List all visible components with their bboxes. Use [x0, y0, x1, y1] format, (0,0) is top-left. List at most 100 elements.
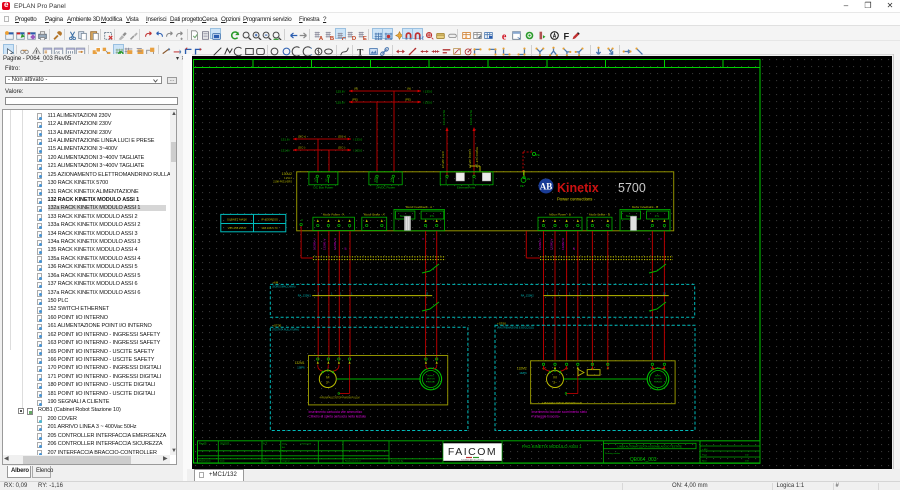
svg-text:2TL-ETH CABLE: 2TL-ETH CABLE — [475, 147, 479, 168]
svg-text:IP ADDRESS: IP ADDRESS — [261, 218, 278, 222]
svg-text:131.8 / ETH: 131.8 / ETH — [442, 110, 446, 125]
svg-text:PE: PE — [536, 153, 540, 157]
svg-text:132P6: 132P6 — [297, 367, 305, 370]
svg-text:(TESTATA RULLATURA): (TESTATA RULLATURA) — [272, 329, 299, 332]
svg-text:FEEDBK: FEEDBK — [427, 382, 436, 384]
svg-text:HIPFC: HIPFC — [428, 376, 435, 378]
svg-text:Replaced by: Replaced by — [391, 461, 404, 463]
svg-text:132M1-U: 132M1-U — [313, 238, 317, 250]
svg-text:2TL: 2TL — [655, 214, 660, 218]
svg-text:132M1-W: 132M1-W — [333, 238, 337, 250]
svg-text:A.T.: A.T. — [263, 442, 268, 446]
svg-text:4-RUN/FAULT/STOP-FW/SW PULLM: 4-RUN/FAULT/STOP-FW/SW PULLM — [542, 402, 582, 405]
svg-text:Puntaggio boccola: Puntaggio boccola — [532, 415, 559, 419]
svg-text:132M2-V: 132M2-V — [550, 239, 554, 250]
svg-text:W: W — [572, 247, 576, 250]
svg-text:(PE): (PE) — [352, 98, 358, 102]
svg-text:(DC+): (DC+) — [298, 135, 306, 139]
svg-text:SUBNET MASK: SUBNET MASK — [227, 218, 247, 222]
svg-text:Kinetix: Kinetix — [557, 181, 599, 195]
svg-text:(BORDOMACCHINA): (BORDOMACCHINA) — [272, 286, 295, 289]
svg-text:RA_132M1: RA_132M1 — [298, 294, 312, 298]
svg-text:1 PH 2: 1 PH 2 — [284, 176, 292, 180]
svg-text:Motor Feedback - A: Motor Feedback - A — [406, 205, 432, 209]
svg-text:PE: PE — [527, 178, 531, 181]
svg-text:4-RUN/FAULT/STOP-FW/SW PULLM: 4-RUN/FAULT/STOP-FW/SW PULLM — [320, 397, 360, 400]
svg-text:FAICOM: FAICOM — [448, 446, 497, 458]
svg-text:(DC+): (DC+) — [338, 135, 346, 139]
svg-text:PAG.KINETIX MODULO ASSI 1: PAG.KINETIX MODULO ASSI 1 — [522, 444, 582, 449]
svg-text:FLEXIBLE AIR SOLUTIONS: FLEXIBLE AIR SOLUTIONS — [461, 458, 484, 461]
svg-text:PE: PE — [520, 184, 524, 188]
svg-text:24V-: 24V- — [390, 177, 393, 182]
svg-text:HIPFC: HIPFC — [655, 376, 662, 378]
svg-text:/ 133.0: / 133.0 — [353, 149, 363, 153]
svg-text:Drawing number: Drawing number — [605, 452, 621, 455]
svg-text:(DC-): (DC-) — [298, 146, 305, 150]
svg-text:Inserimento boccole scorriment: Inserimento boccole scorrimento stelo — [532, 410, 588, 414]
svg-text:132M2-U: 132M2-U — [538, 238, 542, 250]
svg-text:Date: Date — [220, 460, 225, 463]
svg-text:DC-: DC- — [325, 178, 328, 182]
svg-text:131.8 /: 131.8 / — [281, 149, 290, 153]
svg-text:(PE): (PE) — [405, 98, 411, 102]
svg-text:5700: 5700 — [618, 181, 646, 195]
svg-text:+ST60: +ST60 — [497, 321, 506, 325]
svg-text:Inserimento cartuccia vite amm: Inserimento cartuccia vite ammortizo — [309, 410, 363, 414]
svg-text:3~: 3~ — [326, 381, 330, 385]
svg-text:125.8 /: 125.8 / — [336, 101, 345, 105]
svg-text:ETH/IP 132.8: ETH/IP 132.8 — [441, 151, 445, 168]
svg-text:AB: AB — [540, 182, 553, 192]
svg-text:24VDC Power: 24VDC Power — [376, 186, 395, 190]
svg-text:132.8 / ETH: 132.8 / ETH — [469, 110, 473, 125]
svg-text:Power connections: Power connections — [557, 197, 592, 202]
svg-text:Next: Next — [702, 459, 707, 462]
svg-text:/ 133.0: / 133.0 — [423, 90, 433, 94]
svg-text:24V+: 24V+ — [374, 176, 377, 182]
svg-text:Rev05: Rev05 — [199, 442, 207, 446]
svg-text:Date: Date — [282, 443, 287, 446]
svg-text:(DC-): (DC-) — [338, 146, 345, 150]
svg-text:131.8 /: 131.8 / — [281, 138, 290, 142]
svg-text:Original: Original — [282, 460, 290, 463]
svg-text:Motor Brake - B: Motor Brake - B — [589, 213, 610, 217]
svg-text:Cilindro di spinta cartuccia n: Cilindro di spinta cartuccia nella testa… — [309, 415, 366, 419]
svg-text:132M1-V: 132M1-V — [323, 239, 327, 250]
svg-text:ETH/IP PORT2: ETH/IP PORT2 — [468, 149, 472, 168]
svg-text:M: M — [553, 375, 556, 380]
svg-text:FEEDBK: FEEDBK — [654, 382, 663, 384]
svg-text:132M1: 132M1 — [295, 361, 305, 365]
svg-text:QE064_003: QE064_003 — [630, 457, 657, 463]
svg-text:DC+: DC+ — [314, 177, 317, 182]
svg-text:DC Bus Power: DC Bus Power — [314, 186, 334, 190]
svg-text:(RASTREMAZIONE E BOCCOLE): (RASTREMAZIONE E BOCCOLE) — [497, 327, 534, 330]
svg-text:EthernetPorts: EthernetPorts — [457, 186, 476, 190]
svg-text:MOTOR: MOTOR — [427, 379, 435, 381]
svg-text:PORT1: PORT1 — [446, 176, 448, 184]
svg-text:Page: Page — [702, 454, 708, 456]
svg-text:/ 133.0: / 133.0 — [353, 138, 363, 142]
svg-text:Motor Feedback - B: Motor Feedback - B — [632, 205, 658, 209]
svg-text:132M2-W: 132M2-W — [561, 238, 565, 250]
svg-text:'192.168.1.71': '192.168.1.71' — [261, 226, 279, 230]
svg-text:(N): (N) — [407, 87, 411, 91]
svg-text:/ 133.0: / 133.0 — [423, 101, 433, 105]
svg-text:2198-P031-ERS: 2198-P031-ERS — [273, 180, 292, 184]
svg-text:130U2: 130U2 — [282, 172, 292, 176]
svg-text:2TL: 2TL — [430, 214, 435, 218]
svg-text:MOTOR: MOTOR — [654, 379, 662, 381]
svg-text:= MU: = MU — [702, 449, 708, 451]
svg-text:M: M — [326, 375, 329, 380]
svg-text:Replacement of: Replacement of — [345, 460, 361, 463]
svg-text:RA_132M2: RA_132M2 — [521, 294, 535, 298]
svg-text:(N): (N) — [354, 87, 358, 91]
svg-text:+6M: +6M — [272, 280, 278, 284]
svg-text:W: W — [344, 247, 348, 250]
svg-text:132M2: 132M2 — [517, 366, 527, 370]
svg-text:PORT2: PORT2 — [473, 176, 475, 184]
svg-text:132P6: 132P6 — [519, 372, 527, 375]
svg-text:3~: 3~ — [553, 381, 557, 385]
svg-text:27/05/2023: 27/05/2023 — [300, 444, 312, 446]
svg-text:Motor Power - A: Motor Power - A — [323, 213, 345, 217]
svg-text:125.8 /: 125.8 / — [336, 90, 345, 94]
